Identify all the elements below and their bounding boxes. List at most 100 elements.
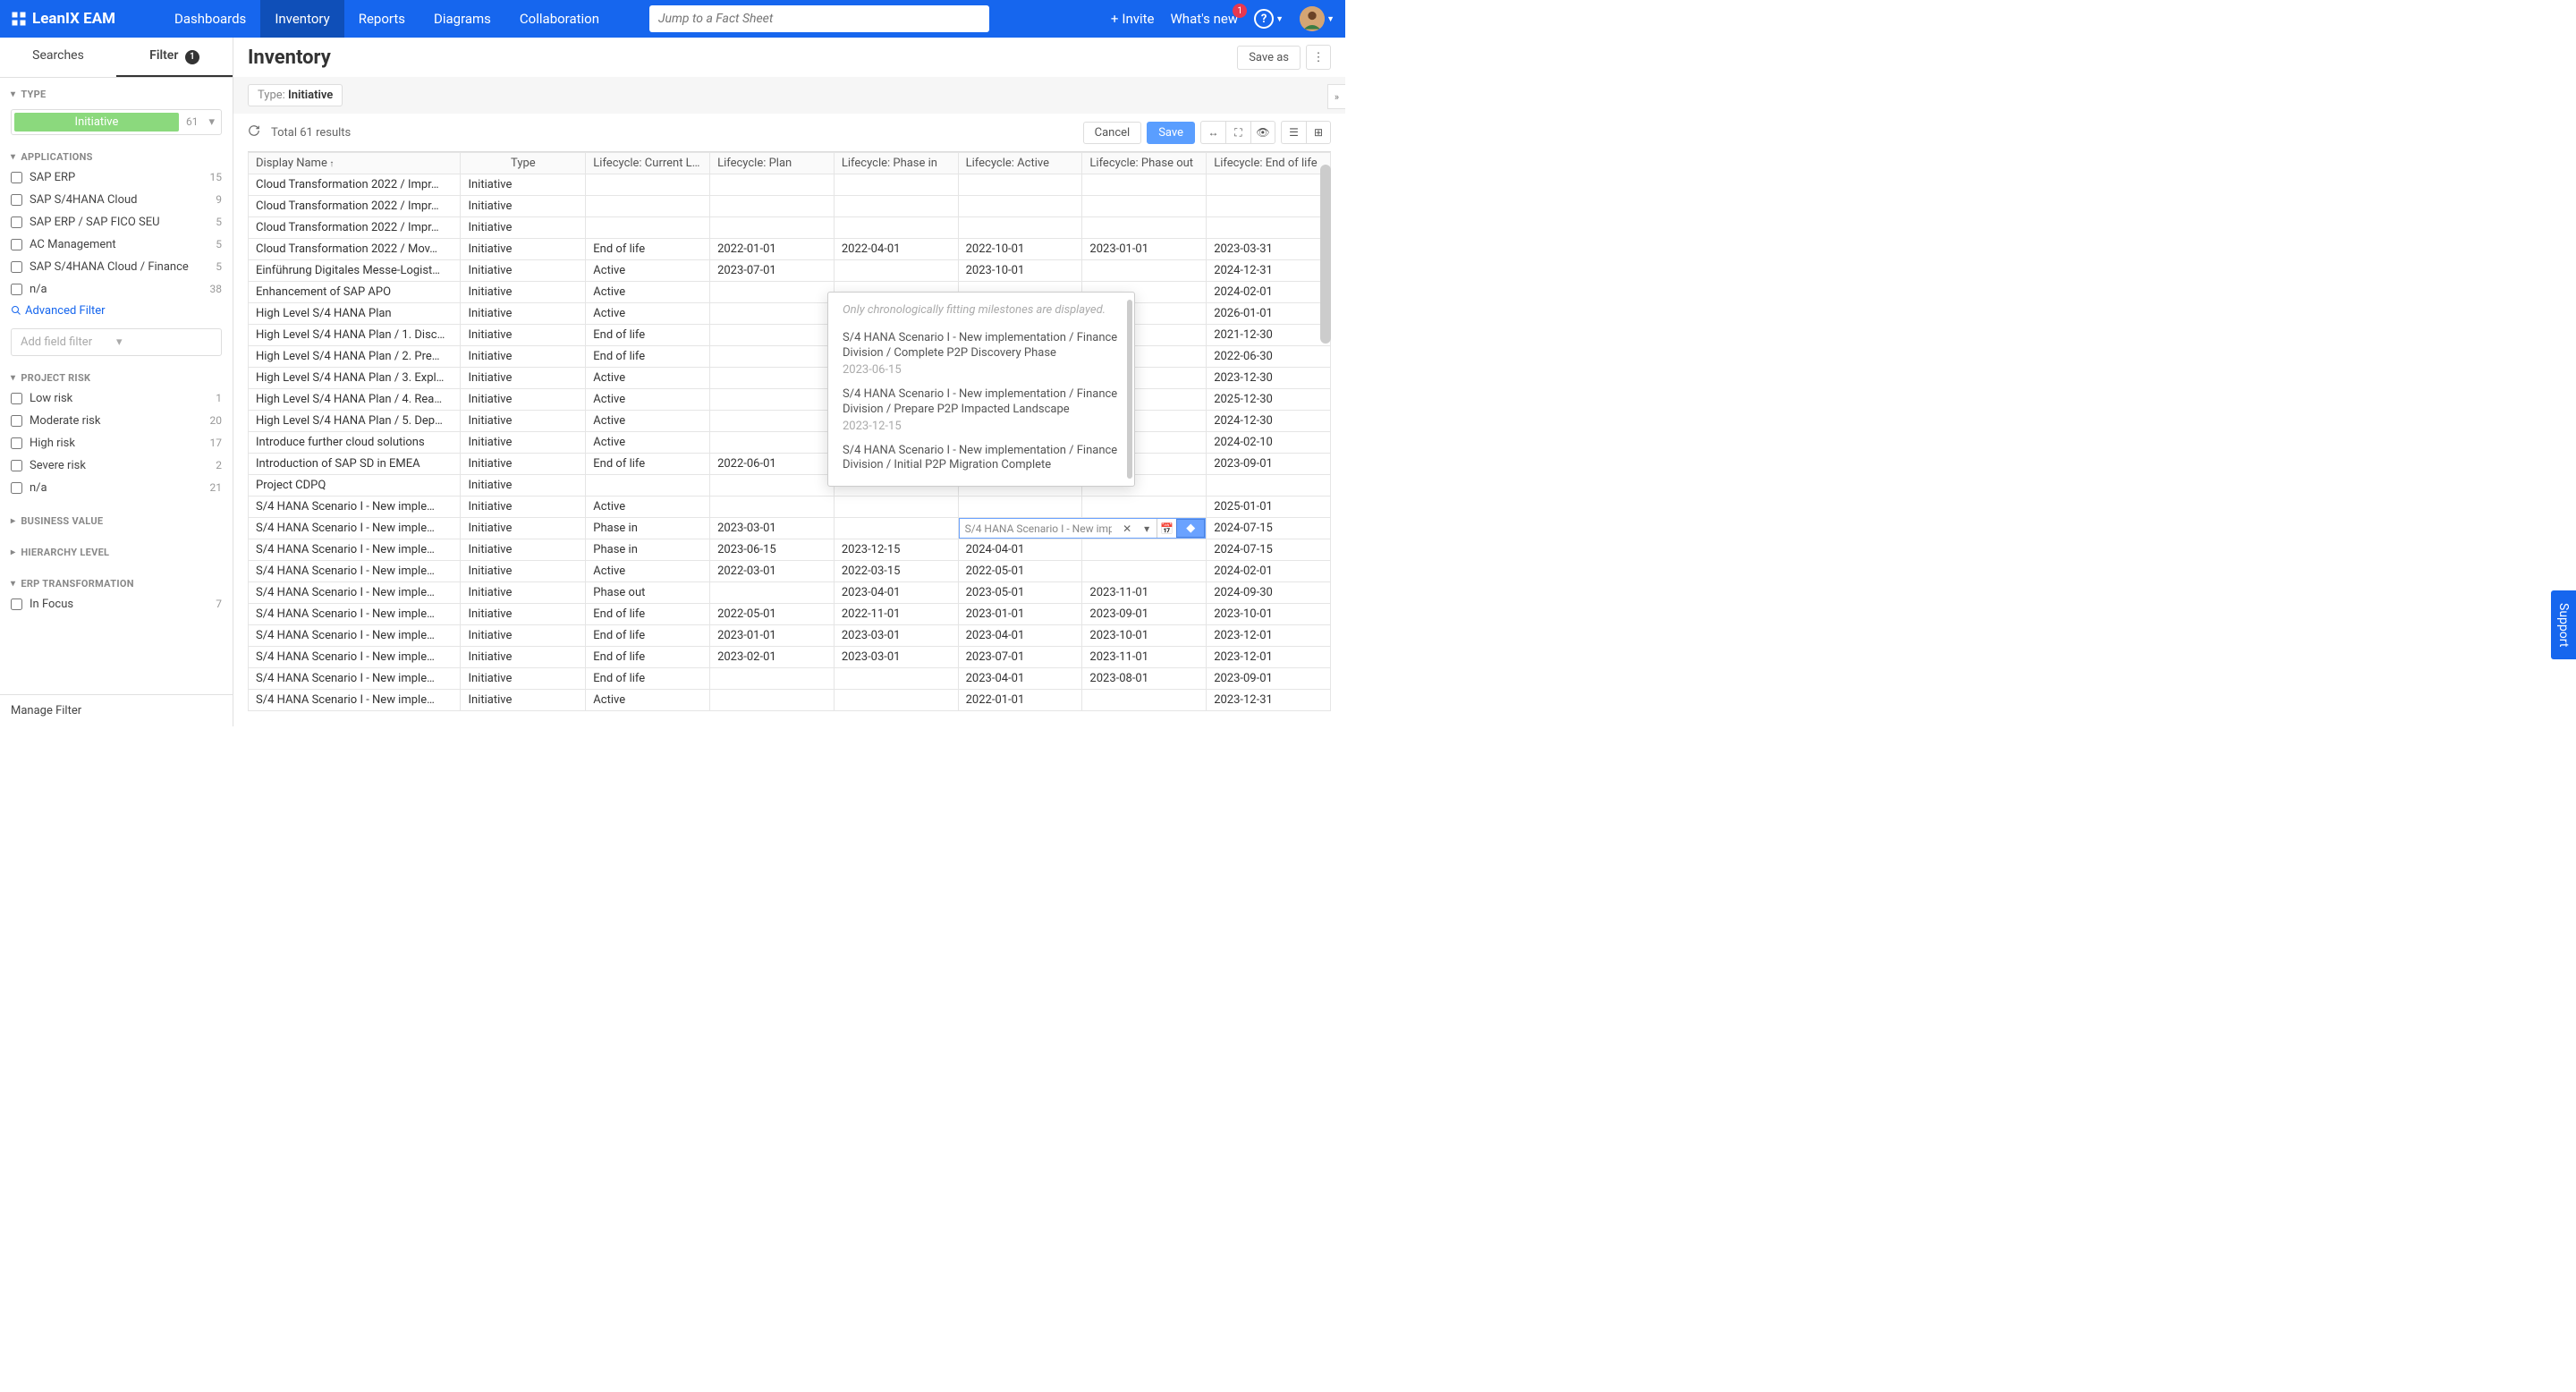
table-cell[interactable]: Initiative — [461, 239, 586, 260]
table-row[interactable]: Project CDPQInitiative — [249, 475, 1331, 497]
fit-columns-button[interactable]: ↔ — [1200, 121, 1225, 144]
table-cell[interactable]: S/4 HANA Scenario I - New imple… — [249, 625, 461, 647]
table-cell[interactable]: 2023-11-01 — [1082, 582, 1207, 604]
table-row[interactable]: Cloud Transformation 2022 / Impr…Initiat… — [249, 174, 1331, 196]
table-cell[interactable]: 2024-02-01 — [1207, 561, 1331, 582]
table-cell[interactable]: Active — [586, 282, 710, 303]
cell-editor-input[interactable] — [960, 522, 1118, 535]
table-cell[interactable] — [1082, 561, 1207, 582]
table-cell[interactable]: 2022-05-01 — [710, 604, 835, 625]
inventory-table-wrap[interactable]: Display NameTypeLifecycle: Current LifeL… — [248, 151, 1331, 726]
fullscreen-button[interactable]: ⛶ — [1225, 121, 1250, 144]
table-cell[interactable] — [834, 260, 958, 282]
table-row[interactable]: High Level S/4 HANA Plan / 3. Expl…Initi… — [249, 368, 1331, 389]
checkbox[interactable] — [11, 393, 22, 404]
table-cell[interactable] — [958, 174, 1082, 196]
application-filter-item[interactable]: SAP S/4HANA Cloud9 — [11, 189, 222, 211]
table-row[interactable]: S/4 HANA Scenario I - New imple…Initiati… — [249, 582, 1331, 604]
table-cell[interactable]: Active — [586, 368, 710, 389]
table-cell[interactable]: Active — [586, 303, 710, 325]
table-cell[interactable]: High Level S/4 HANA Plan / 5. Dep… — [249, 411, 461, 432]
table-cell[interactable]: Initiative — [461, 346, 586, 368]
table-cell[interactable]: 2023-01-01 — [1082, 239, 1207, 260]
more-menu-button[interactable]: ⋮ — [1306, 45, 1331, 70]
brand-logo[interactable]: LeanIX EAM — [11, 10, 115, 28]
filter-pill-type[interactable]: Type: Initiative — [248, 84, 343, 106]
table-cell[interactable]: 2023-04-01 — [834, 582, 958, 604]
table-cell[interactable]: End of life — [586, 454, 710, 475]
table-cell[interactable] — [1082, 497, 1207, 518]
table-cell[interactable] — [958, 217, 1082, 239]
table-cell[interactable]: Introduction of SAP SD in EMEA — [249, 454, 461, 475]
table-cell[interactable]: 2023-09-01 — [1207, 454, 1331, 475]
table-row[interactable]: Cloud Transformation 2022 / Mov…Initiati… — [249, 239, 1331, 260]
table-row[interactable]: Introduce further cloud solutionsInitiat… — [249, 432, 1331, 454]
table-cell[interactable]: 2023-12-31 — [1207, 690, 1331, 711]
table-cell[interactable]: 2022-03-01 — [710, 561, 835, 582]
table-row[interactable]: Enhancement of SAP APOInitiativeActive20… — [249, 282, 1331, 303]
table-cell[interactable] — [958, 497, 1082, 518]
application-filter-item[interactable]: SAP ERP / SAP FICO SEU5 — [11, 211, 222, 233]
save-as-button[interactable]: Save as — [1237, 46, 1301, 70]
table-cell[interactable]: Active — [586, 432, 710, 454]
table-cell[interactable]: 2024-07-15 — [1207, 539, 1331, 561]
table-row[interactable]: S/4 HANA Scenario I - New imple…Initiati… — [249, 561, 1331, 582]
table-cell[interactable]: ✕▾📅◆ — [958, 518, 1207, 539]
user-menu[interactable]: ▼ — [1300, 6, 1335, 31]
whats-new-button[interactable]: What's new 1 — [1171, 11, 1239, 27]
table-cell[interactable] — [834, 690, 958, 711]
table-cell[interactable]: Initiative — [461, 174, 586, 196]
table-cell[interactable]: End of life — [586, 346, 710, 368]
table-cell[interactable]: 2024-02-10 — [1207, 432, 1331, 454]
table-cell[interactable]: 2023-12-01 — [1207, 647, 1331, 668]
table-cell[interactable] — [1082, 174, 1207, 196]
table-cell[interactable]: Initiative — [461, 303, 586, 325]
risk-filter-item[interactable]: Moderate risk20 — [11, 410, 222, 432]
table-cell[interactable]: 2024-12-30 — [1207, 411, 1331, 432]
table-row[interactable]: High Level S/4 HANA Plan / 2. Pre…Initia… — [249, 346, 1331, 368]
table-cell[interactable] — [586, 196, 710, 217]
nav-item-dashboards[interactable]: Dashboards — [160, 0, 260, 38]
advanced-filter-link[interactable]: Advanced Filter — [11, 301, 222, 321]
checkbox[interactable] — [11, 194, 22, 206]
calendar-button[interactable]: 📅 — [1157, 519, 1176, 538]
dropdown-toggle[interactable]: ▾ — [1137, 519, 1157, 538]
manage-filter-link[interactable]: Manage Filter — [0, 694, 233, 726]
table-cell[interactable]: 2022-04-01 — [834, 239, 958, 260]
table-cell[interactable]: Cloud Transformation 2022 / Impr… — [249, 217, 461, 239]
checkbox[interactable] — [11, 415, 22, 427]
table-cell[interactable]: End of life — [586, 625, 710, 647]
table-cell[interactable]: 2023-12-30 — [1207, 368, 1331, 389]
table-cell[interactable]: Initiative — [461, 217, 586, 239]
column-header[interactable]: Lifecycle: Phase out — [1082, 153, 1207, 174]
table-cell[interactable]: Initiative — [461, 518, 586, 539]
column-header[interactable]: Lifecycle: Active — [958, 153, 1082, 174]
column-header[interactable]: Lifecycle: Phase in — [834, 153, 958, 174]
table-cell[interactable]: Active — [586, 561, 710, 582]
table-row[interactable]: S/4 HANA Scenario I - New imple…Initiati… — [249, 647, 1331, 668]
application-filter-item[interactable]: AC Management5 — [11, 233, 222, 256]
table-cell[interactable]: High Level S/4 HANA Plan / 3. Expl… — [249, 368, 461, 389]
table-cell[interactable]: 2023-10-01 — [1207, 604, 1331, 625]
table-cell[interactable] — [586, 217, 710, 239]
table-cell[interactable]: Phase out — [586, 582, 710, 604]
table-cell[interactable]: 2026-01-01 — [1207, 303, 1331, 325]
table-cell[interactable]: 2021-12-30 — [1207, 325, 1331, 346]
table-cell[interactable]: S/4 HANA Scenario I - New imple… — [249, 518, 461, 539]
table-row[interactable]: S/4 HANA Scenario I - New imple…Initiati… — [249, 668, 1331, 690]
table-cell[interactable]: Initiative — [461, 454, 586, 475]
milestone-button[interactable]: ◆ — [1176, 519, 1205, 538]
table-cell[interactable]: Phase in — [586, 539, 710, 561]
checkbox[interactable] — [11, 460, 22, 471]
table-cell[interactable]: 2024-12-31 — [1207, 260, 1331, 282]
checkbox[interactable] — [11, 216, 22, 228]
table-cell[interactable] — [1207, 475, 1331, 497]
table-cell[interactable]: Cloud Transformation 2022 / Impr… — [249, 196, 461, 217]
table-cell[interactable]: Initiative — [461, 539, 586, 561]
table-cell[interactable]: End of life — [586, 325, 710, 346]
table-cell[interactable]: 2022-05-01 — [958, 561, 1082, 582]
risk-filter-item[interactable]: High risk17 — [11, 432, 222, 454]
table-cell[interactable]: S/4 HANA Scenario I - New imple… — [249, 539, 461, 561]
table-cell[interactable] — [1082, 690, 1207, 711]
checkbox[interactable] — [11, 437, 22, 449]
